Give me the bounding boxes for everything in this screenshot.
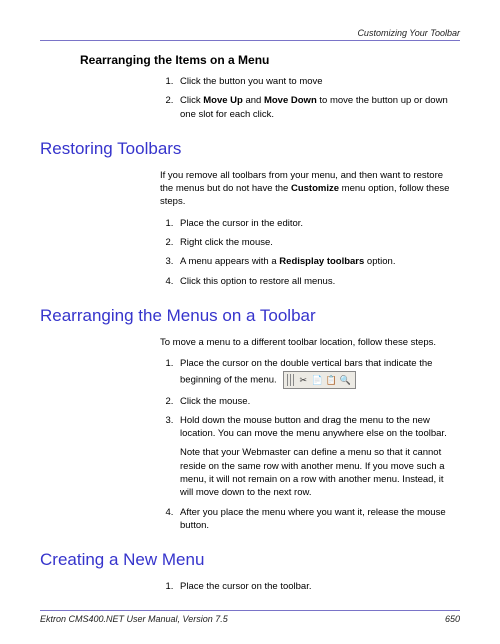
rearranging-items-body: Click the button you want to move Click … bbox=[160, 75, 452, 121]
footer-page-number: 650 bbox=[445, 614, 460, 624]
restoring-step-3: A menu appears with a Redisplay toolbars… bbox=[176, 255, 452, 268]
restoring-intro: If you remove all toolbars from your men… bbox=[160, 169, 452, 209]
heading-restoring-toolbars: Restoring Toolbars bbox=[40, 139, 460, 159]
step-2: Click Move Up and Move Down to move the … bbox=[176, 94, 452, 121]
rm-step-3-text: Hold down the mouse button and drag the … bbox=[180, 415, 447, 439]
subheading-rearranging-items: Rearranging the Items on a Menu bbox=[80, 53, 460, 67]
restoring-step-4: Click this option to restore all menus. bbox=[176, 275, 452, 288]
drag-grip-icon bbox=[287, 374, 294, 386]
copy-icon: 📄 bbox=[311, 374, 323, 386]
step-2-b1: Move Up bbox=[203, 95, 243, 106]
rearranging-menus-body: To move a menu to a different toolbar lo… bbox=[160, 336, 452, 532]
heading-rearranging-menus: Rearranging the Menus on a Toolbar bbox=[40, 306, 460, 326]
rm-step-2: Click the mouse. bbox=[176, 395, 452, 408]
restoring-step-3-pre: A menu appears with a bbox=[180, 256, 279, 267]
restoring-step-3-b: Redisplay toolbars bbox=[279, 256, 364, 267]
rearranging-items-steps: Click the button you want to move Click … bbox=[160, 75, 452, 121]
paste-icon: 📋 bbox=[325, 374, 337, 386]
rm-step-3-note: Note that your Webmaster can define a me… bbox=[180, 446, 452, 499]
rearranging-menus-steps: Place the cursor on the double vertical … bbox=[160, 357, 452, 532]
rearranging-menus-intro: To move a menu to a different toolbar lo… bbox=[160, 336, 452, 349]
restoring-step-3-post: option. bbox=[364, 256, 395, 267]
step-2-pre: Click bbox=[180, 95, 203, 106]
restoring-body: If you remove all toolbars from your men… bbox=[160, 169, 452, 288]
rm-step-1: Place the cursor on the double vertical … bbox=[176, 357, 452, 388]
footer-manual: Ektron CMS400.NET User Manual, Version 7… bbox=[40, 614, 228, 624]
restoring-steps: Place the cursor in the editor. Right cl… bbox=[160, 217, 452, 288]
header-section-title: Customizing Your Toolbar bbox=[40, 28, 460, 40]
restoring-step-2: Right click the mouse. bbox=[176, 236, 452, 249]
footer: Ektron CMS400.NET User Manual, Version 7… bbox=[40, 614, 460, 624]
footer-rule bbox=[40, 610, 460, 611]
creating-steps: Place the cursor on the toolbar. bbox=[160, 580, 452, 593]
step-1: Click the button you want to move bbox=[176, 75, 452, 88]
restoring-intro-b: Customize bbox=[291, 183, 339, 194]
step-2-mid: and bbox=[243, 95, 264, 106]
rm-step-4: After you place the menu where you want … bbox=[176, 506, 452, 533]
cut-icon: ✂ bbox=[297, 374, 309, 386]
find-icon: 🔍 bbox=[339, 374, 351, 386]
header-rule bbox=[40, 40, 460, 41]
creating-step-1: Place the cursor on the toolbar. bbox=[176, 580, 452, 593]
rm-step-3: Hold down the mouse button and drag the … bbox=[176, 414, 452, 500]
toolbar-sample: ✂ 📄 📋 🔍 bbox=[283, 371, 356, 389]
heading-creating-menu: Creating a New Menu bbox=[40, 550, 460, 570]
creating-body: Place the cursor on the toolbar. bbox=[160, 580, 452, 593]
restoring-step-1: Place the cursor in the editor. bbox=[176, 217, 452, 230]
page: Customizing Your Toolbar Rearranging the… bbox=[0, 0, 500, 644]
step-2-b2: Move Down bbox=[264, 95, 317, 106]
